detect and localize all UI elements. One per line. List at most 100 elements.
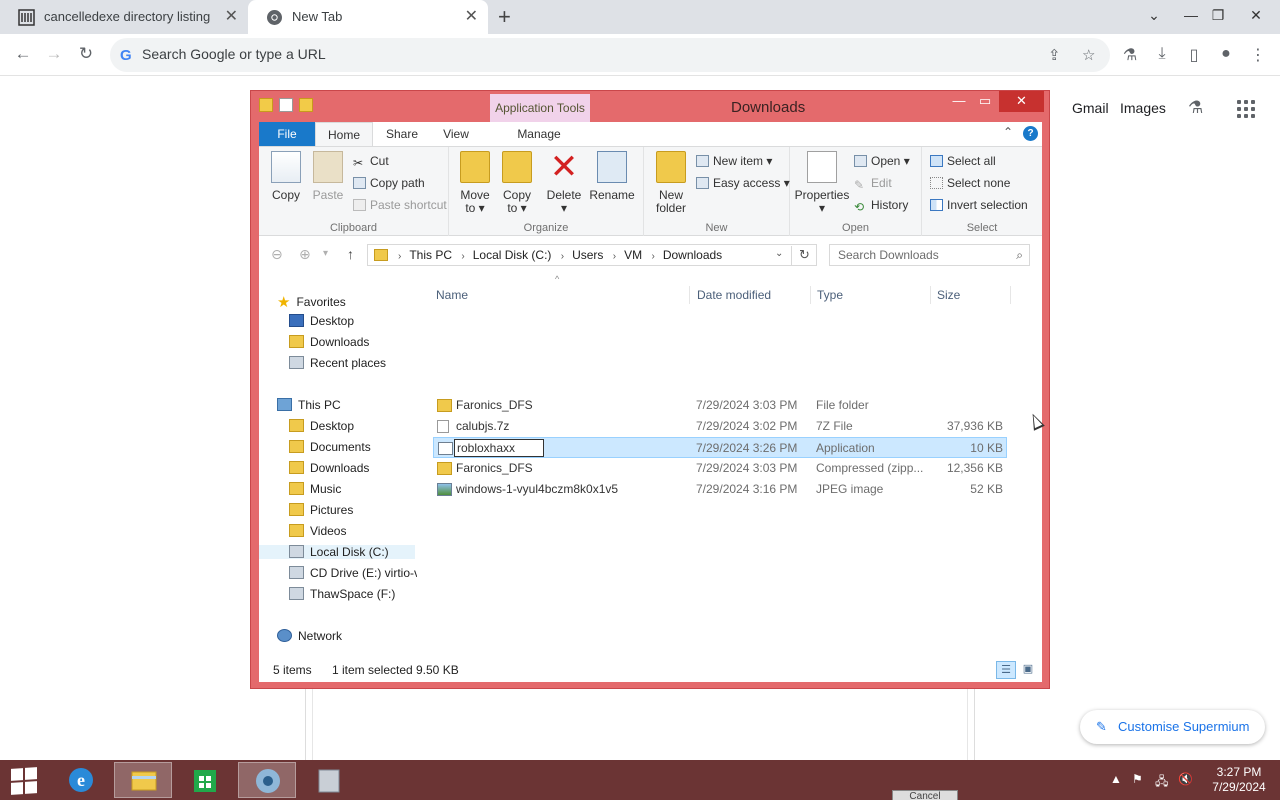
tab-search-chevron-icon[interactable]: ⌄ xyxy=(1139,0,1169,34)
google-apps-icon[interactable] xyxy=(1237,100,1255,118)
paste-button[interactable]: Paste xyxy=(309,151,347,202)
copy-to-button[interactable]: Copy to ▾ xyxy=(497,151,537,215)
search-input[interactable]: Search Downloads ⌕ xyxy=(829,244,1030,266)
new-tab-button[interactable]: + xyxy=(498,0,511,34)
paste-shortcut-button[interactable]: Paste shortcut xyxy=(353,198,447,212)
show-hidden-icons-icon[interactable]: ▲ xyxy=(1110,772,1122,786)
delete-button[interactable]: ✕ Delete ▾ xyxy=(543,150,585,215)
network-status-icon[interactable]: 🖧 xyxy=(1155,772,1168,793)
internet-explorer-icon[interactable]: e xyxy=(52,762,110,798)
nav-desktop[interactable]: Desktop xyxy=(289,314,354,328)
close-window-button[interactable]: ✕ xyxy=(1236,0,1276,34)
nav-cd-drive[interactable]: CD Drive (E:) virtio-v xyxy=(289,566,417,580)
rename-input[interactable]: robloxhaxx xyxy=(454,439,544,457)
close-tab-icon[interactable]: ✕ xyxy=(465,0,478,34)
back-icon[interactable]: ⊖ xyxy=(271,246,283,263)
tab-view[interactable]: View xyxy=(433,122,479,146)
column-size[interactable]: Size xyxy=(937,288,960,302)
breadcrumb-item[interactable]: VM xyxy=(624,248,642,262)
nav-pictures[interactable]: Pictures xyxy=(289,503,353,517)
omnibox-placeholder[interactable]: Search Google or type a URL xyxy=(142,46,326,62)
new-folder-button[interactable]: New folder xyxy=(650,151,692,215)
breadcrumb-item[interactable]: Downloads xyxy=(663,248,722,262)
nav-documents[interactable]: Documents xyxy=(289,440,371,454)
download-icon[interactable]: ⤓ xyxy=(1151,45,1173,63)
profile-avatar-icon[interactable]: ● xyxy=(1215,45,1237,63)
maximize-button[interactable]: ▭ xyxy=(973,91,997,112)
copy-button[interactable]: Copy xyxy=(267,151,305,202)
tab-file[interactable]: File xyxy=(259,122,315,146)
nav-favorites[interactable]: ★ Favorites xyxy=(277,293,346,311)
column-date-modified[interactable]: Date modified xyxy=(697,288,771,302)
explorer-title-bar[interactable]: Application Tools Downloads — ▭ ✕ xyxy=(251,91,1049,123)
breadcrumb[interactable]: › This PC › Local Disk (C:) › Users › VM › Do… xyxy=(367,244,817,266)
app-taskbar-icon[interactable] xyxy=(300,762,358,798)
start-windows-icon[interactable] xyxy=(11,767,37,795)
minimize-button[interactable]: — xyxy=(1176,0,1206,34)
browser-taskbar-icon[interactable] xyxy=(238,762,296,798)
customise-button[interactable]: ✎ Customise Supermium xyxy=(1080,710,1265,744)
column-divider[interactable] xyxy=(689,286,690,304)
collapse-ribbon-icon[interactable]: ⌃ xyxy=(1003,125,1013,139)
column-divider[interactable] xyxy=(810,286,811,304)
details-view-icon[interactable]: ☰ xyxy=(996,661,1016,679)
easy-access-button[interactable]: Easy access ▾ xyxy=(696,176,790,190)
file-row[interactable]: windows-1-vyul4bczm8k0x1v5 7/29/2024 3:1… xyxy=(433,479,1007,500)
rename-button[interactable]: Rename xyxy=(587,151,637,202)
file-row[interactable]: Faronics_DFS 7/29/2024 3:03 PM File fold… xyxy=(433,395,1007,416)
gmail-link[interactable]: Gmail xyxy=(1072,100,1109,116)
close-tab-icon[interactable]: ✕ xyxy=(225,0,238,34)
back-arrow-icon[interactable]: ← xyxy=(12,43,34,65)
minimize-button[interactable]: — xyxy=(947,91,971,112)
nav-this-pc[interactable]: This PC xyxy=(277,398,341,412)
action-center-flag-icon[interactable]: ⚑ xyxy=(1132,772,1143,786)
move-to-button[interactable]: Move to ▾ xyxy=(455,151,495,215)
bookmark-star-icon[interactable]: ☆ xyxy=(1082,46,1095,64)
file-explorer-window[interactable]: Application Tools Downloads — ▭ ✕ File H… xyxy=(250,90,1050,689)
address-dropdown-icon[interactable]: ⌄ xyxy=(775,248,783,259)
omnibox[interactable]: G Search Google or type a URL ⇪ ☆ xyxy=(110,38,1110,72)
volume-muted-icon[interactable]: 🔇 xyxy=(1178,772,1193,786)
nav-recent-places[interactable]: Recent places xyxy=(289,356,386,370)
restore-button[interactable]: ❐ xyxy=(1203,0,1233,34)
up-arrow-icon[interactable]: ↑ xyxy=(347,246,354,262)
properties-button[interactable]: Properties ▾ xyxy=(794,151,850,215)
tab-manage[interactable]: Manage xyxy=(499,122,579,146)
recent-locations-icon[interactable]: ▾ xyxy=(323,248,328,259)
cut-button[interactable]: ✂ Cut xyxy=(353,154,389,170)
menu-dots-icon[interactable]: ⋮ xyxy=(1247,45,1269,65)
column-divider[interactable] xyxy=(930,286,931,304)
file-row[interactable]: calubjs.7z 7/29/2024 3:02 PM 7Z File 37,… xyxy=(433,416,1007,437)
copy-path-button[interactable]: Copy path xyxy=(353,176,425,190)
nav-videos[interactable]: Videos xyxy=(289,524,346,538)
file-row[interactable]: Faronics_DFS 7/29/2024 3:03 PM Compresse… xyxy=(433,458,1007,479)
select-none-button[interactable]: Select none xyxy=(930,176,1010,190)
new-folder-icon[interactable] xyxy=(299,98,313,112)
large-icons-view-icon[interactable]: ▣ xyxy=(1018,661,1038,679)
nav-network[interactable]: Network xyxy=(277,629,342,643)
breadcrumb-item[interactable]: This PC xyxy=(409,248,452,262)
nav-local-disk[interactable]: Local Disk (C:) xyxy=(259,545,415,559)
images-link[interactable]: Images xyxy=(1120,100,1166,116)
select-all-button[interactable]: Select all xyxy=(930,154,996,168)
edit-button[interactable]: ✎ Edit xyxy=(854,176,892,192)
side-panel-icon[interactable]: ▯ xyxy=(1183,45,1205,65)
column-divider[interactable] xyxy=(1010,286,1011,304)
system-clock[interactable]: 3:27 PM 7/29/2024 xyxy=(1204,765,1274,795)
labs-flask-icon[interactable]: ⚗ xyxy=(1119,45,1141,65)
cancel-button[interactable]: Cancel xyxy=(892,790,958,800)
nav-music[interactable]: Music xyxy=(289,482,341,496)
nav-downloads[interactable]: Downloads xyxy=(289,335,369,349)
file-explorer-taskbar-icon[interactable] xyxy=(114,762,172,798)
forward-icon[interactable]: ⊕ xyxy=(299,246,311,263)
column-type[interactable]: Type xyxy=(817,288,843,302)
properties-icon[interactable] xyxy=(279,98,293,112)
nav-thawspace[interactable]: ThawSpace (F:) xyxy=(289,587,395,601)
help-icon[interactable]: ? xyxy=(1023,126,1038,141)
new-item-button[interactable]: New item ▾ xyxy=(696,154,772,168)
breadcrumb-item[interactable]: Local Disk (C:) xyxy=(473,248,552,262)
breadcrumb-item[interactable]: Users xyxy=(572,248,603,262)
tab-home[interactable]: Home xyxy=(315,122,373,146)
labs-flask-icon[interactable]: ⚗ xyxy=(1188,98,1203,118)
open-button[interactable]: Open ▾ xyxy=(854,154,910,168)
